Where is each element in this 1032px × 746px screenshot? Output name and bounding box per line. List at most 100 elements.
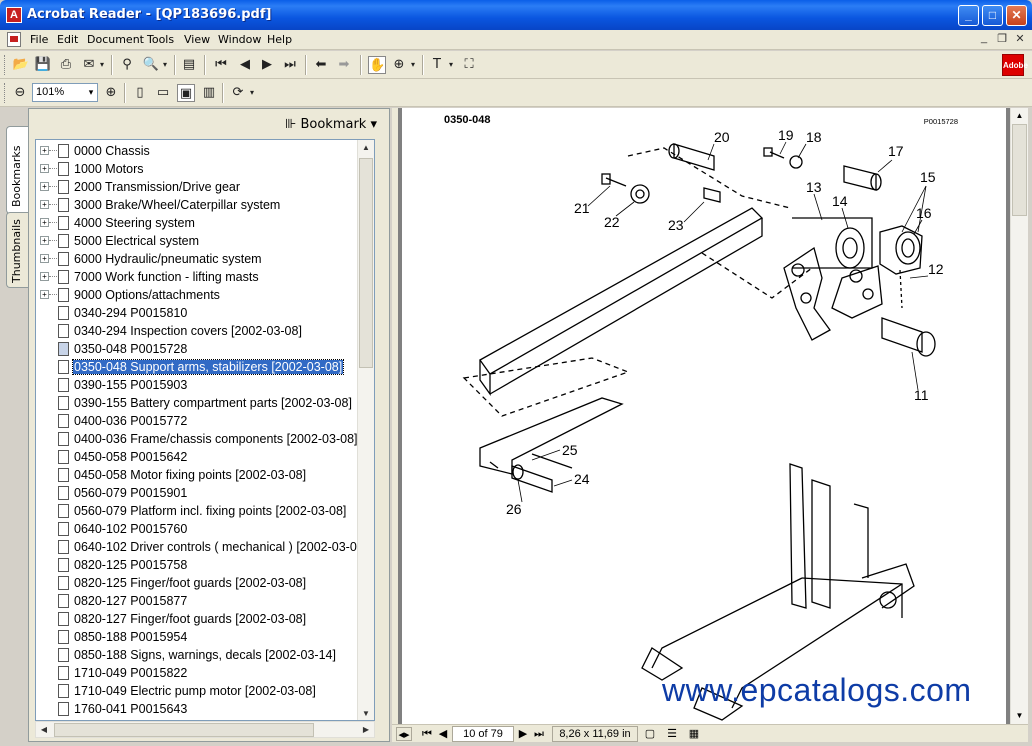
maximize-button[interactable]: □ (982, 5, 1003, 26)
email-icon[interactable]: ✉ (80, 56, 98, 74)
first-page-icon[interactable]: ⏮ (420, 727, 434, 741)
fit-width-icon[interactable]: ▣ (177, 84, 195, 102)
fit-visible-icon[interactable]: ▥ (200, 84, 218, 102)
tab-thumbnails[interactable]: Thumbnails (6, 212, 28, 288)
chevron-down-icon[interactable]: ▾ (84, 83, 98, 102)
scroll-down-icon[interactable]: ▼ (358, 706, 374, 720)
menu-tools[interactable]: Tools (147, 33, 174, 46)
scroll-up-icon[interactable]: ▲ (1011, 108, 1028, 124)
bookmark-item[interactable]: +3000 Brake/Wheel/Caterpillar system (36, 196, 374, 214)
bookmark-item[interactable]: 0640-102 Driver controls ( mechanical ) … (36, 538, 374, 556)
bookmark-item[interactable]: 0390-155 P0015903 (36, 376, 374, 394)
chevron-down-icon[interactable]: ▾ (408, 56, 418, 74)
print-icon[interactable]: ⎙ (57, 56, 75, 74)
menu-view[interactable]: View (184, 33, 210, 46)
bookmark-item[interactable]: 1760-041 P0015643 (36, 700, 374, 718)
zoom-in-tool-icon[interactable]: ⊕ (390, 56, 408, 74)
previous-page-icon[interactable]: ◀ (436, 727, 450, 741)
show-navigation-pane-icon[interactable]: ▤ (180, 56, 198, 74)
bookmark-item[interactable]: 0820-127 P0015877 (36, 592, 374, 610)
bookmark-item[interactable]: 0820-125 P0015758 (36, 556, 374, 574)
scrollbar-thumb[interactable] (1012, 124, 1027, 216)
bookmark-item[interactable]: +5000 Electrical system (36, 232, 374, 250)
previous-page-icon[interactable]: ◀ (236, 56, 254, 74)
continuous-facing-icon[interactable]: ▦ (686, 727, 702, 741)
expand-icon[interactable]: + (40, 200, 49, 209)
adobe-logo[interactable]: Adobe (1002, 54, 1028, 76)
bookmark-item[interactable]: 1710-049 Electric pump motor [2002-03-08… (36, 682, 374, 700)
scroll-up-icon[interactable]: ▲ (358, 140, 374, 156)
expand-icon[interactable]: + (40, 236, 49, 245)
bookmark-item[interactable]: 0350-048 P0015728 (36, 340, 374, 358)
expand-icon[interactable]: + (40, 146, 49, 155)
bookmark-item[interactable]: 0400-036 Frame/chassis components [2002-… (36, 430, 374, 448)
chevron-down-icon[interactable]: ▾ (247, 84, 257, 102)
menu-file[interactable]: File (30, 33, 48, 46)
document-menu-icon[interactable] (7, 32, 21, 47)
minimize-button[interactable]: _ (958, 5, 979, 26)
chevron-down-icon[interactable]: ▾ (160, 56, 170, 74)
continuous-icon[interactable]: ☰ (664, 727, 680, 741)
doc-minimize-button[interactable]: _ (976, 32, 992, 47)
doc-restore-button[interactable]: ❐ (994, 32, 1010, 47)
bookmark-item[interactable]: 0450-058 Motor fixing points [2002-03-08… (36, 466, 374, 484)
bookmark-item[interactable]: 0640-102 P0015760 (36, 520, 374, 538)
chevron-down-icon[interactable]: ▾ (446, 56, 456, 74)
bookmarks-vertical-scrollbar[interactable]: ▲ ▼ (357, 140, 374, 720)
bookmark-item[interactable]: +4000 Steering system (36, 214, 374, 232)
toolbar-grip[interactable] (4, 83, 7, 103)
document-vertical-scrollbar[interactable]: ▲ ▼ (1010, 108, 1028, 724)
bookmark-item[interactable]: +2000 Transmission/Drive gear (36, 178, 374, 196)
scroll-left-icon[interactable]: ◀ (36, 722, 52, 738)
split-toggle-icon[interactable]: ◂▸ (396, 727, 412, 741)
menu-edit[interactable]: Edit (57, 33, 78, 46)
bookmarks-tree[interactable]: 1760-041 Electric drive motor [2002-03-0… (35, 139, 375, 721)
go-back-icon[interactable]: ⬅ (312, 56, 330, 74)
close-button[interactable]: ✕ (1006, 5, 1027, 26)
scroll-down-icon[interactable]: ▼ (1011, 708, 1028, 724)
bookmark-item[interactable]: 1710-049 P0015822 (36, 664, 374, 682)
zoom-in-icon[interactable]: ⊕ (102, 84, 120, 102)
document-view[interactable]: 0350-048 P0015728 20 19 18 17 13 14 15 1… (398, 108, 1010, 724)
scrollbar-thumb[interactable] (359, 158, 373, 368)
acrobat-app-icon[interactable]: A (6, 7, 22, 23)
bookmark-item[interactable]: 0340-294 Inspection covers [2002-03-08] (36, 322, 374, 340)
bookmark-item[interactable]: +9000 Options/attachments (36, 286, 374, 304)
bookmark-menu-button[interactable]: ⊪ Bookmark ▾ (285, 117, 377, 132)
rotate-icon[interactable]: ⟳ (229, 84, 247, 102)
bookmark-item[interactable]: 0560-079 Platform incl. fixing points [2… (36, 502, 374, 520)
expand-icon[interactable]: + (40, 290, 49, 299)
expand-icon[interactable]: + (40, 164, 49, 173)
expand-icon[interactable]: + (40, 218, 49, 227)
bookmark-item[interactable]: 0820-125 Finger/foot guards [2002-03-08] (36, 574, 374, 592)
bookmark-item[interactable]: +7000 Work function - lifting masts (36, 268, 374, 286)
snapshot-icon[interactable]: ⛶ (460, 56, 478, 74)
bookmark-item[interactable]: +6000 Hydraulic/pneumatic system (36, 250, 374, 268)
toolbar-grip[interactable] (4, 55, 7, 75)
fit-page-icon[interactable]: ▭ (154, 84, 172, 102)
search-icon[interactable]: 🔍 (142, 56, 160, 74)
save-icon[interactable]: 💾 (34, 56, 52, 74)
last-page-icon[interactable]: ⏭ (532, 727, 546, 741)
hand-tool-icon[interactable]: ✋ (368, 56, 386, 74)
bookmark-item[interactable]: 0450-058 P0015642 (36, 448, 374, 466)
actual-size-icon[interactable]: ▯ (131, 84, 149, 102)
single-page-icon[interactable]: ▢ (642, 727, 658, 741)
bookmark-item[interactable]: 0560-079 P0015901 (36, 484, 374, 502)
menu-document[interactable]: Document (87, 33, 144, 46)
menu-help[interactable]: Help (267, 33, 292, 46)
zoom-out-icon[interactable]: ⊖ (11, 84, 29, 102)
next-page-icon[interactable]: ▶ (516, 727, 530, 741)
chevron-down-icon[interactable]: ▾ (97, 56, 107, 74)
scrollbar-thumb[interactable] (54, 723, 314, 737)
open-icon[interactable]: 📂 (12, 56, 30, 74)
bookmark-item[interactable]: 0350-048 Support arms, stabilizers [2002… (36, 358, 374, 376)
bookmark-item[interactable]: 0850-188 Signs, warnings, decals [2002-0… (36, 646, 374, 664)
doc-close-button[interactable]: ✕ (1012, 32, 1028, 47)
bookmark-item[interactable]: +0000 Chassis (36, 142, 374, 160)
expand-icon[interactable]: + (40, 182, 49, 191)
find-icon[interactable]: ⚲ (118, 56, 136, 74)
page-number-field[interactable]: 10 of 79 (452, 726, 514, 742)
bookmark-item[interactable]: 0820-127 Finger/foot guards [2002-03-08] (36, 610, 374, 628)
expand-icon[interactable]: + (40, 272, 49, 281)
